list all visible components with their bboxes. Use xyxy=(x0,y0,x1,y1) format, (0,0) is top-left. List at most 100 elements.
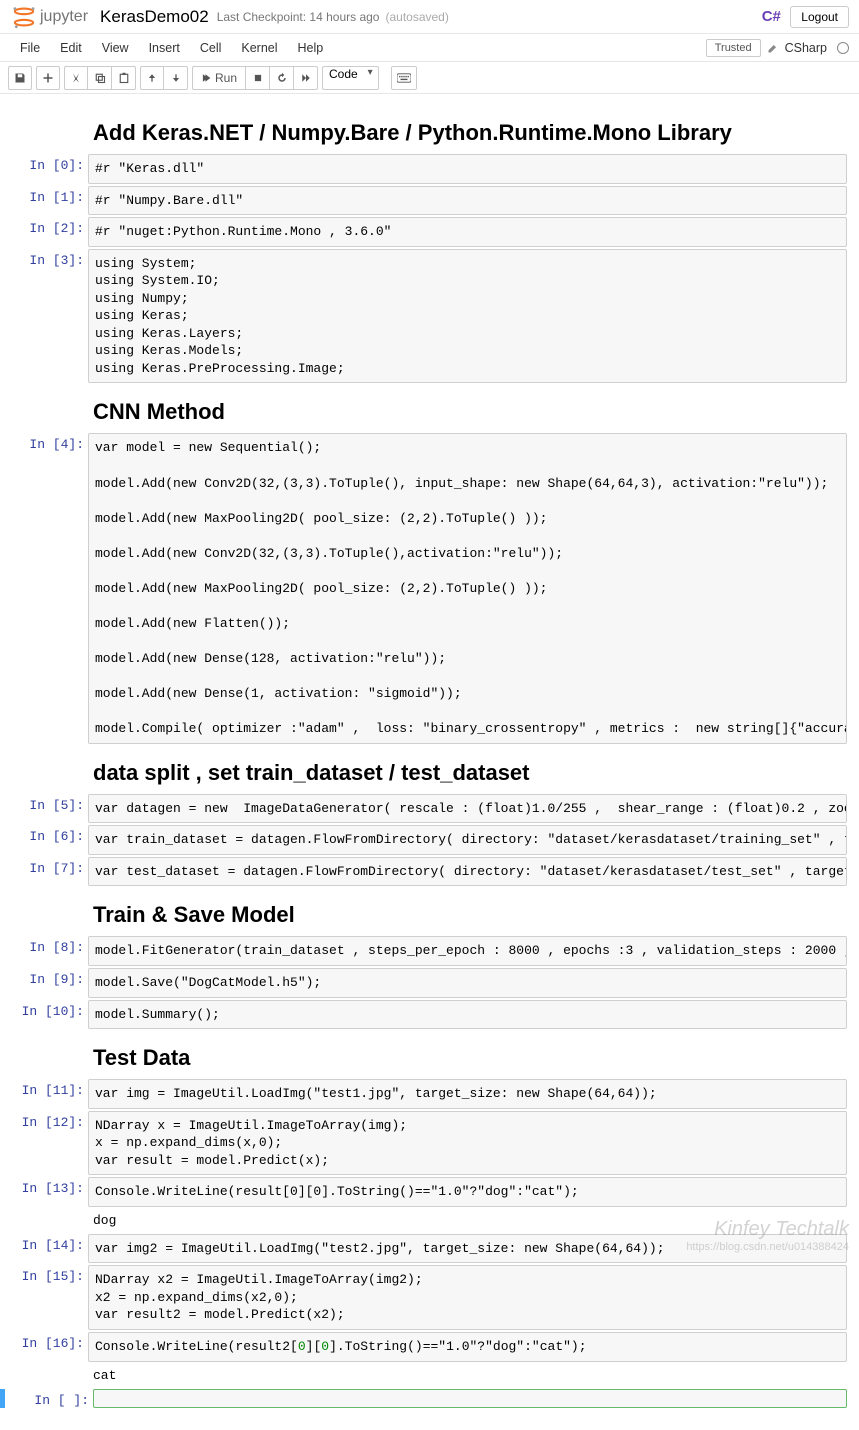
markdown-cell[interactable]: data split , set train_dataset / test_da… xyxy=(0,760,847,786)
jupyter-icon xyxy=(10,3,38,31)
code-cell[interactable]: In [11]:var img = ImageUtil.LoadImg("tes… xyxy=(0,1079,847,1109)
markdown-cell[interactable]: Test Data xyxy=(0,1045,847,1071)
keyboard-icon xyxy=(397,73,411,83)
move-down-button[interactable] xyxy=(164,66,188,90)
logout-button[interactable]: Logout xyxy=(790,6,849,28)
markdown-heading: data split , set train_dataset / test_da… xyxy=(93,760,847,786)
markdown-cell[interactable]: CNN Method xyxy=(0,399,847,425)
code-cell[interactable]: In [9]:model.Save("DogCatModel.h5"); xyxy=(0,968,847,998)
fast-forward-icon xyxy=(300,73,312,83)
code-cell[interactable]: In [10]:model.Summary(); xyxy=(0,1000,847,1030)
menu-view[interactable]: View xyxy=(92,41,139,55)
menubar: File Edit View Insert Cell Kernel Help T… xyxy=(0,34,859,62)
restart-button[interactable] xyxy=(270,66,294,90)
save-icon xyxy=(14,72,26,84)
copy-button[interactable] xyxy=(88,66,112,90)
arrow-up-icon xyxy=(147,73,157,83)
code-input[interactable]: var img2 = ImageUtil.LoadImg("test2.jpg"… xyxy=(88,1234,847,1264)
input-prompt: In [0]: xyxy=(0,154,88,184)
input-prompt: In [15]: xyxy=(0,1265,88,1330)
code-cell[interactable]: In [0]:#r "Keras.dll" xyxy=(0,154,847,184)
input-prompt: In [ ]: xyxy=(5,1389,93,1408)
code-input[interactable]: #r "Numpy.Bare.dll" xyxy=(88,186,847,216)
code-cell[interactable]: In [13]:Console.WriteLine(result[0][0].T… xyxy=(0,1177,847,1207)
code-input[interactable]: model.Summary(); xyxy=(88,1000,847,1030)
code-cell[interactable]: In [4]:var model = new Sequential(); mod… xyxy=(0,433,847,743)
code-cell[interactable]: In [3]:using System; using System.IO; us… xyxy=(0,249,847,384)
menu-cell[interactable]: Cell xyxy=(190,41,232,55)
code-input[interactable]: var model = new Sequential(); model.Add(… xyxy=(88,433,847,743)
input-prompt: In [3]: xyxy=(0,249,88,384)
code-input[interactable] xyxy=(93,1389,847,1408)
cut-button[interactable] xyxy=(64,66,88,90)
input-prompt: In [13]: xyxy=(0,1177,88,1207)
run-icon xyxy=(201,73,211,83)
paste-button[interactable] xyxy=(112,66,136,90)
save-button[interactable] xyxy=(8,66,32,90)
code-input[interactable]: using System; using System.IO; using Num… xyxy=(88,249,847,384)
stop-icon xyxy=(253,73,263,83)
markdown-heading: Train & Save Model xyxy=(93,902,847,928)
code-input[interactable]: Console.WriteLine(result2[0][0].ToString… xyxy=(88,1332,847,1362)
move-up-button[interactable] xyxy=(140,66,164,90)
menu-help[interactable]: Help xyxy=(288,41,334,55)
cell-type-value: Code xyxy=(329,67,358,81)
code-cell[interactable]: In [2]:#r "nuget:Python.Runtime.Mono , 3… xyxy=(0,217,847,247)
code-input[interactable]: Console.WriteLine(result[0][0].ToString(… xyxy=(88,1177,847,1207)
arrow-down-icon xyxy=(171,73,181,83)
code-input[interactable]: var img = ImageUtil.LoadImg("test1.jpg",… xyxy=(88,1079,847,1109)
code-input[interactable]: NDarray x = ImageUtil.ImageToArray(img);… xyxy=(88,1111,847,1176)
code-input[interactable]: NDarray x2 = ImageUtil.ImageToArray(img2… xyxy=(88,1265,847,1330)
markdown-heading: Add Keras.NET / Numpy.Bare / Python.Runt… xyxy=(93,120,847,146)
code-cell[interactable]: In [12]:NDarray x = ImageUtil.ImageToArr… xyxy=(0,1111,847,1176)
markdown-cell[interactable]: Train & Save Model xyxy=(0,902,847,928)
trusted-indicator[interactable]: Trusted xyxy=(706,39,761,57)
cell-type-select[interactable]: Code xyxy=(322,66,379,90)
code-cell[interactable]: In [7]:var test_dataset = datagen.FlowFr… xyxy=(0,857,847,887)
cell-output: cat xyxy=(0,1364,859,1387)
edit-icon[interactable] xyxy=(767,42,779,54)
copy-icon xyxy=(94,72,106,84)
code-cell[interactable]: In [16]:Console.WriteLine(result2[0][0].… xyxy=(0,1332,847,1362)
menu-kernel[interactable]: Kernel xyxy=(231,41,287,55)
notebook-container: Add Keras.NET / Numpy.Bare / Python.Runt… xyxy=(0,94,859,1430)
restart-run-all-button[interactable] xyxy=(294,66,318,90)
code-input[interactable]: #r "Keras.dll" xyxy=(88,154,847,184)
input-prompt: In [8]: xyxy=(0,936,88,966)
run-button[interactable]: Run xyxy=(192,66,246,90)
menu-insert[interactable]: Insert xyxy=(139,41,190,55)
input-prompt: In [1]: xyxy=(0,186,88,216)
code-cell[interactable]: In [1]:#r "Numpy.Bare.dll" xyxy=(0,186,847,216)
toolbar: Run Code xyxy=(0,62,859,94)
jupyter-logo[interactable]: jupyter xyxy=(10,3,88,31)
input-prompt: In [4]: xyxy=(0,433,88,743)
input-prompt: In [12]: xyxy=(0,1111,88,1176)
input-prompt: In [14]: xyxy=(0,1234,88,1264)
input-prompt: In [7]: xyxy=(0,857,88,887)
code-input[interactable]: #r "nuget:Python.Runtime.Mono , 3.6.0" xyxy=(88,217,847,247)
notebook-name[interactable]: KerasDemo02 xyxy=(100,7,209,27)
markdown-cell[interactable]: Add Keras.NET / Numpy.Bare / Python.Runt… xyxy=(0,120,847,146)
plus-icon xyxy=(42,72,54,84)
interrupt-button[interactable] xyxy=(246,66,270,90)
markdown-heading: Test Data xyxy=(93,1045,847,1071)
code-cell[interactable]: In [ ]: xyxy=(0,1389,847,1408)
menu-file[interactable]: File xyxy=(10,41,50,55)
code-cell[interactable]: In [8]:model.FitGenerator(train_dataset … xyxy=(0,936,847,966)
command-palette-button[interactable] xyxy=(391,66,417,90)
code-cell[interactable]: In [15]:NDarray x2 = ImageUtil.ImageToAr… xyxy=(0,1265,847,1330)
code-input[interactable]: model.FitGenerator(train_dataset , steps… xyxy=(88,936,847,966)
cut-icon xyxy=(70,72,82,84)
code-input[interactable]: var test_dataset = datagen.FlowFromDirec… xyxy=(88,857,847,887)
code-cell[interactable]: In [5]:var datagen = new ImageDataGenera… xyxy=(0,794,847,824)
code-cell[interactable]: In [6]:var train_dataset = datagen.FlowF… xyxy=(0,825,847,855)
input-prompt: In [9]: xyxy=(0,968,88,998)
add-cell-button[interactable] xyxy=(36,66,60,90)
code-input[interactable]: var train_dataset = datagen.FlowFromDire… xyxy=(88,825,847,855)
kernel-name: CSharp xyxy=(785,41,827,55)
menu-edit[interactable]: Edit xyxy=(50,41,92,55)
input-prompt: In [10]: xyxy=(0,1000,88,1030)
code-input[interactable]: var datagen = new ImageDataGenerator( re… xyxy=(88,794,847,824)
code-input[interactable]: model.Save("DogCatModel.h5"); xyxy=(88,968,847,998)
code-cell[interactable]: In [14]:var img2 = ImageUtil.LoadImg("te… xyxy=(0,1234,847,1264)
